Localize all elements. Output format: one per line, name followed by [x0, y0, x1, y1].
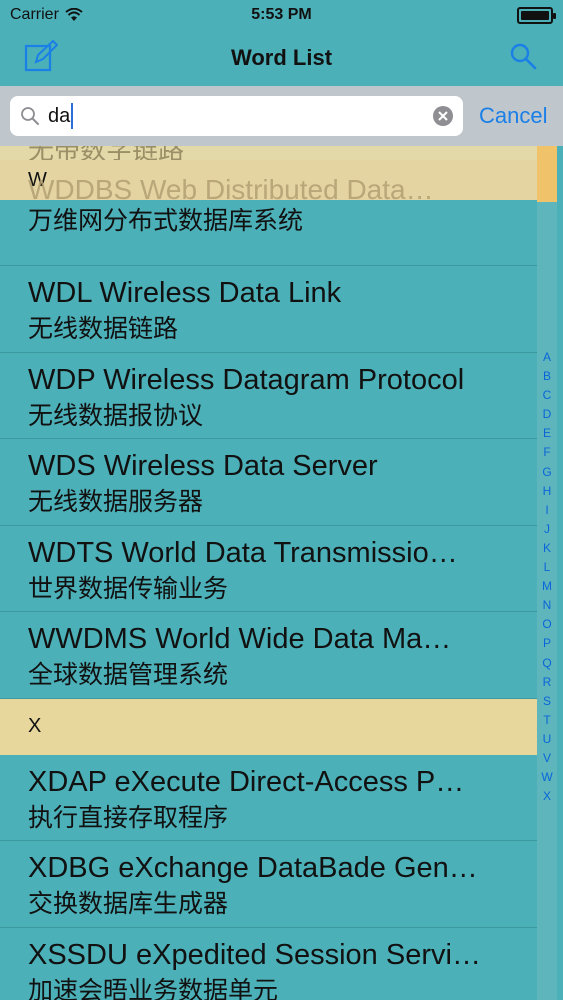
term-text: XDBG eXchange DataBade Gen…	[28, 852, 478, 884]
meaning-text: 全球数据管理系统	[28, 660, 229, 689]
index-letter-t[interactable]: T	[543, 711, 550, 730]
list-item[interactable]: XDBG eXchange DataBade Gen… 交换数据库生成器	[0, 841, 537, 928]
nav-bar: Word List	[0, 30, 563, 86]
list-item[interactable]: XSSDU eXpedited Session Servi… 加速会晤业务数据单…	[0, 928, 537, 1000]
meaning-text: 无线数据链路	[28, 314, 179, 343]
section-header-label: X	[28, 715, 42, 737]
index-letter-i[interactable]: I	[545, 501, 548, 520]
list-item[interactable]: 万维网分布式数据库系统	[0, 200, 537, 266]
text-caret	[71, 103, 74, 129]
search-field[interactable]: da	[10, 96, 463, 136]
index-letter-v[interactable]: V	[543, 749, 551, 768]
index-letter-q[interactable]: Q	[542, 654, 551, 673]
magnifier-icon	[21, 107, 39, 125]
index-letter-o[interactable]: O	[542, 615, 551, 634]
peek-text: 无带数字链路	[28, 146, 184, 160]
compose-icon[interactable]	[24, 40, 58, 74]
list-item[interactable]: WDP Wireless Datagram Protocol 无线数据报协议	[0, 353, 537, 439]
index-letter-a[interactable]: A	[543, 348, 551, 367]
word-list[interactable]: 无带数字链路 W WDDBS Web Distributed Data… 万维网…	[0, 146, 537, 1000]
meaning-text: 无线数据服务器	[28, 487, 204, 516]
index-letter-e[interactable]: E	[543, 424, 551, 443]
index-letter-m[interactable]: M	[542, 577, 552, 596]
term-text: WDL Wireless Data Link	[28, 277, 342, 309]
meaning-text: 执行直接存取程序	[28, 802, 229, 832]
index-letter-u[interactable]: U	[543, 730, 552, 749]
index-letter-h[interactable]: H	[543, 482, 552, 501]
index-letter-s[interactable]: S	[543, 692, 551, 711]
index-letter-p[interactable]: P	[543, 634, 551, 653]
cancel-button[interactable]: Cancel	[479, 103, 547, 129]
term-text: WDTS World Data Transmissio…	[28, 536, 458, 569]
index-letters: ABCDEFGHIJKLMNOPQRSTUVWX	[537, 348, 557, 806]
term-text: WDS Wireless Data Server	[28, 450, 378, 482]
status-time: 5:53 PM	[251, 6, 312, 23]
status-bar: Carrier 5:53 PM	[0, 0, 563, 30]
list-item[interactable]: XDAP eXecute Direct-Access P… 执行直接存取程序	[0, 755, 537, 841]
list-item[interactable]: WDS Wireless Data Server 无线数据服务器	[0, 439, 537, 526]
ghost-term: WDDBS Web Distributed Data…	[28, 174, 434, 205]
index-letter-w[interactable]: W	[541, 768, 552, 787]
index-highlight	[537, 146, 557, 202]
list-item[interactable]: WWDMS World Wide Data Ma… 全球数据管理系统	[0, 612, 537, 699]
index-letter-r[interactable]: R	[543, 673, 552, 692]
section-header-w: W WDDBS Web Distributed Data…	[0, 160, 537, 205]
meaning-text: 交换数据库生成器	[28, 889, 229, 918]
clear-button[interactable]	[433, 106, 453, 126]
list-item[interactable]: WDTS World Data Transmissio… 世界数据传输业务	[0, 526, 537, 612]
index-letter-b[interactable]: B	[543, 367, 551, 386]
meaning-text: 万维网分布式数据库系统	[28, 206, 304, 235]
meaning-text: 加速会晤业务数据单元	[28, 975, 279, 1000]
search-input[interactable]: da	[48, 105, 70, 128]
clear-icon	[438, 111, 448, 121]
battery-icon	[517, 6, 556, 24]
index-letter-j[interactable]: J	[544, 520, 550, 539]
meaning-text: 无线数据报协议	[28, 400, 204, 430]
index-letter-x[interactable]: X	[543, 787, 551, 806]
meaning-text: 世界数据传输业务	[28, 573, 229, 603]
search-icon[interactable]	[509, 42, 537, 70]
index-letter-c[interactable]: C	[543, 386, 552, 405]
index-letter-k[interactable]: K	[543, 539, 551, 558]
search-bar: da Cancel	[0, 86, 563, 146]
index-letter-g[interactable]: G	[542, 463, 551, 482]
page-title: Word List	[230, 45, 333, 70]
list-item[interactable]: WDL Wireless Data Link 无线数据链路	[0, 266, 537, 353]
index-letter-f[interactable]: F	[543, 443, 550, 462]
index-letter-l[interactable]: L	[544, 558, 551, 577]
index-letter-d[interactable]: D	[543, 405, 552, 424]
section-header-x: X	[0, 698, 537, 755]
term-text: WWDMS World Wide Data Ma…	[28, 623, 452, 655]
term-text: XDAP eXecute Direct-Access P…	[28, 765, 465, 798]
term-text: WDP Wireless Datagram Protocol	[28, 363, 465, 396]
list-item-partial: 无带数字链路	[0, 146, 537, 160]
section-index[interactable]: ABCDEFGHIJKLMNOPQRSTUVWX	[537, 146, 557, 1000]
index-letter-n[interactable]: N	[543, 596, 552, 615]
term-text: XSSDU eXpedited Session Servi…	[28, 938, 481, 971]
